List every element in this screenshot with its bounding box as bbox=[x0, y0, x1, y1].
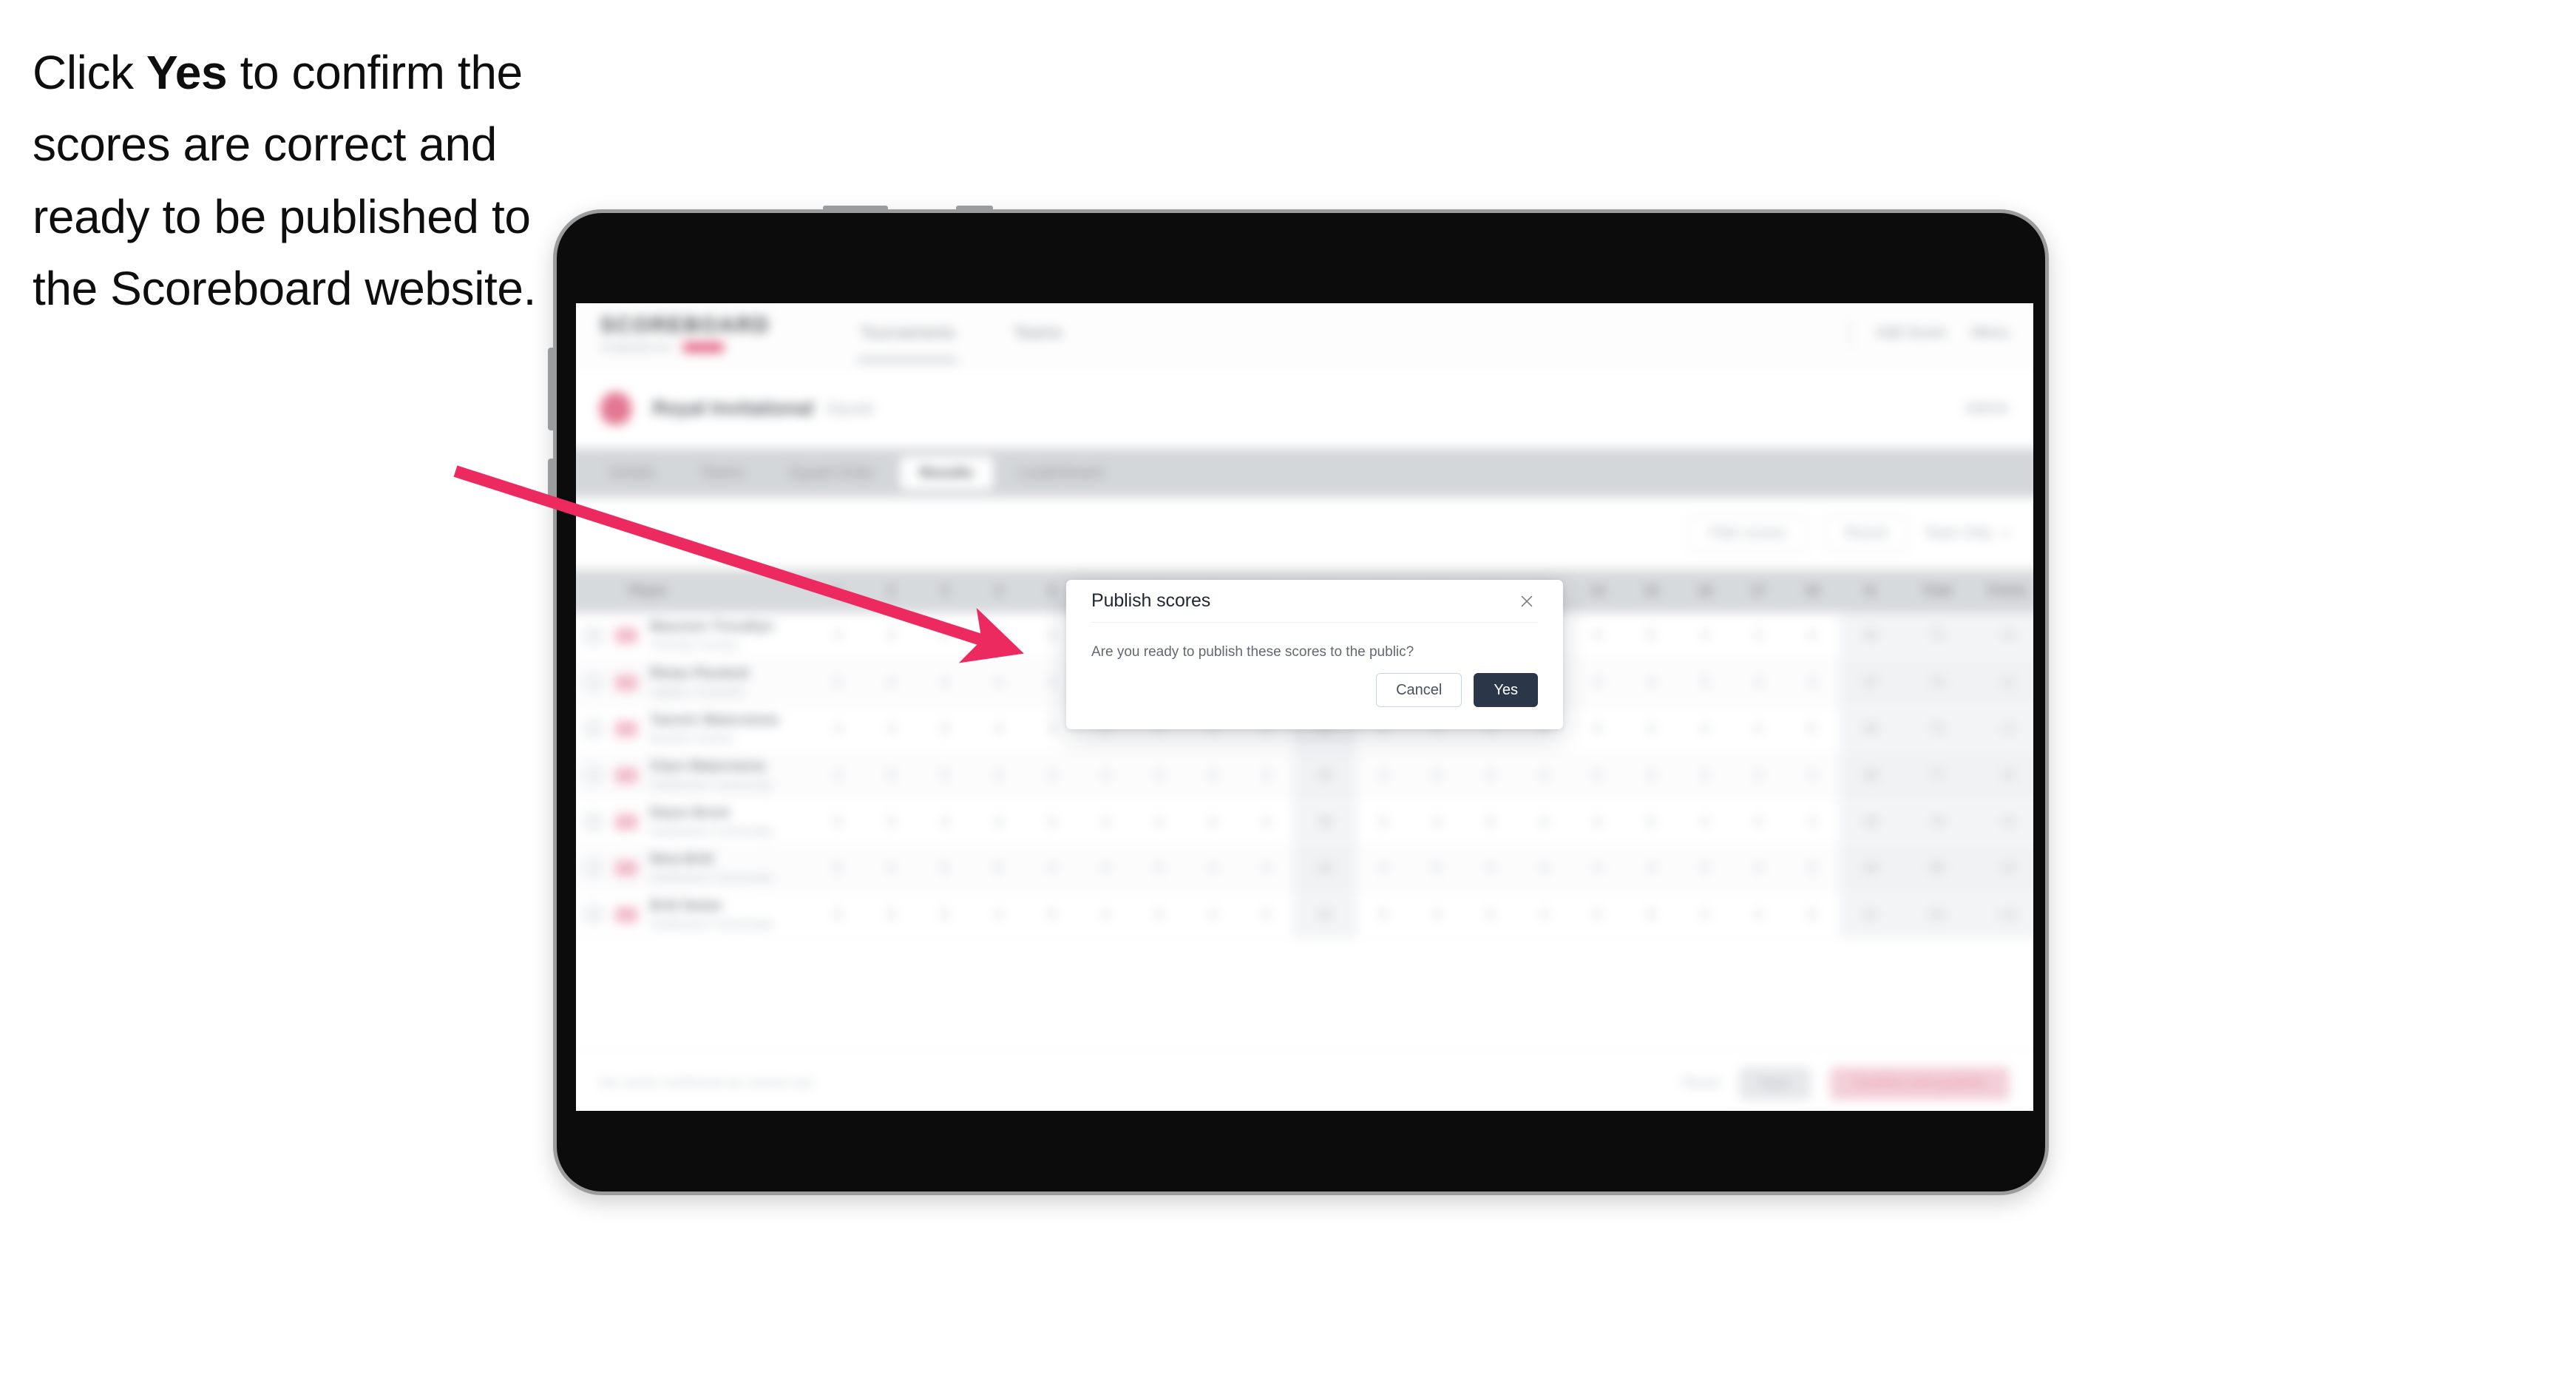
screenshot-root: Click Yes to confirm the scores are corr… bbox=[0, 0, 2576, 1386]
dialog-title: Publish scores bbox=[1091, 590, 1211, 611]
close-icon[interactable] bbox=[1516, 590, 1538, 612]
tablet-screen: SCOREBOARD POWERED BY Tournaments Teams … bbox=[576, 303, 2033, 1111]
dialog-titlebar: Publish scores bbox=[1091, 580, 1538, 623]
dialog-footer: Cancel Yes bbox=[1376, 673, 1538, 707]
instruction-caption: Click Yes to confirm the scores are corr… bbox=[33, 37, 594, 325]
cancel-button[interactable]: Cancel bbox=[1376, 673, 1462, 707]
yes-button[interactable]: Yes bbox=[1474, 673, 1538, 707]
caption-text-before: Click bbox=[33, 46, 147, 99]
tablet-device: SCOREBOARD POWERED BY Tournaments Teams … bbox=[548, 206, 2049, 1195]
publish-scores-dialog: Publish scores Are you ready to publish … bbox=[1066, 580, 1563, 729]
volume-button[interactable] bbox=[956, 206, 993, 213]
side-button-lower[interactable] bbox=[548, 459, 555, 504]
power-button[interactable] bbox=[823, 206, 888, 213]
caption-emphasis: Yes bbox=[146, 46, 228, 99]
dialog-message: Are you ready to publish these scores to… bbox=[1091, 644, 1414, 660]
side-button-upper[interactable] bbox=[548, 348, 555, 430]
